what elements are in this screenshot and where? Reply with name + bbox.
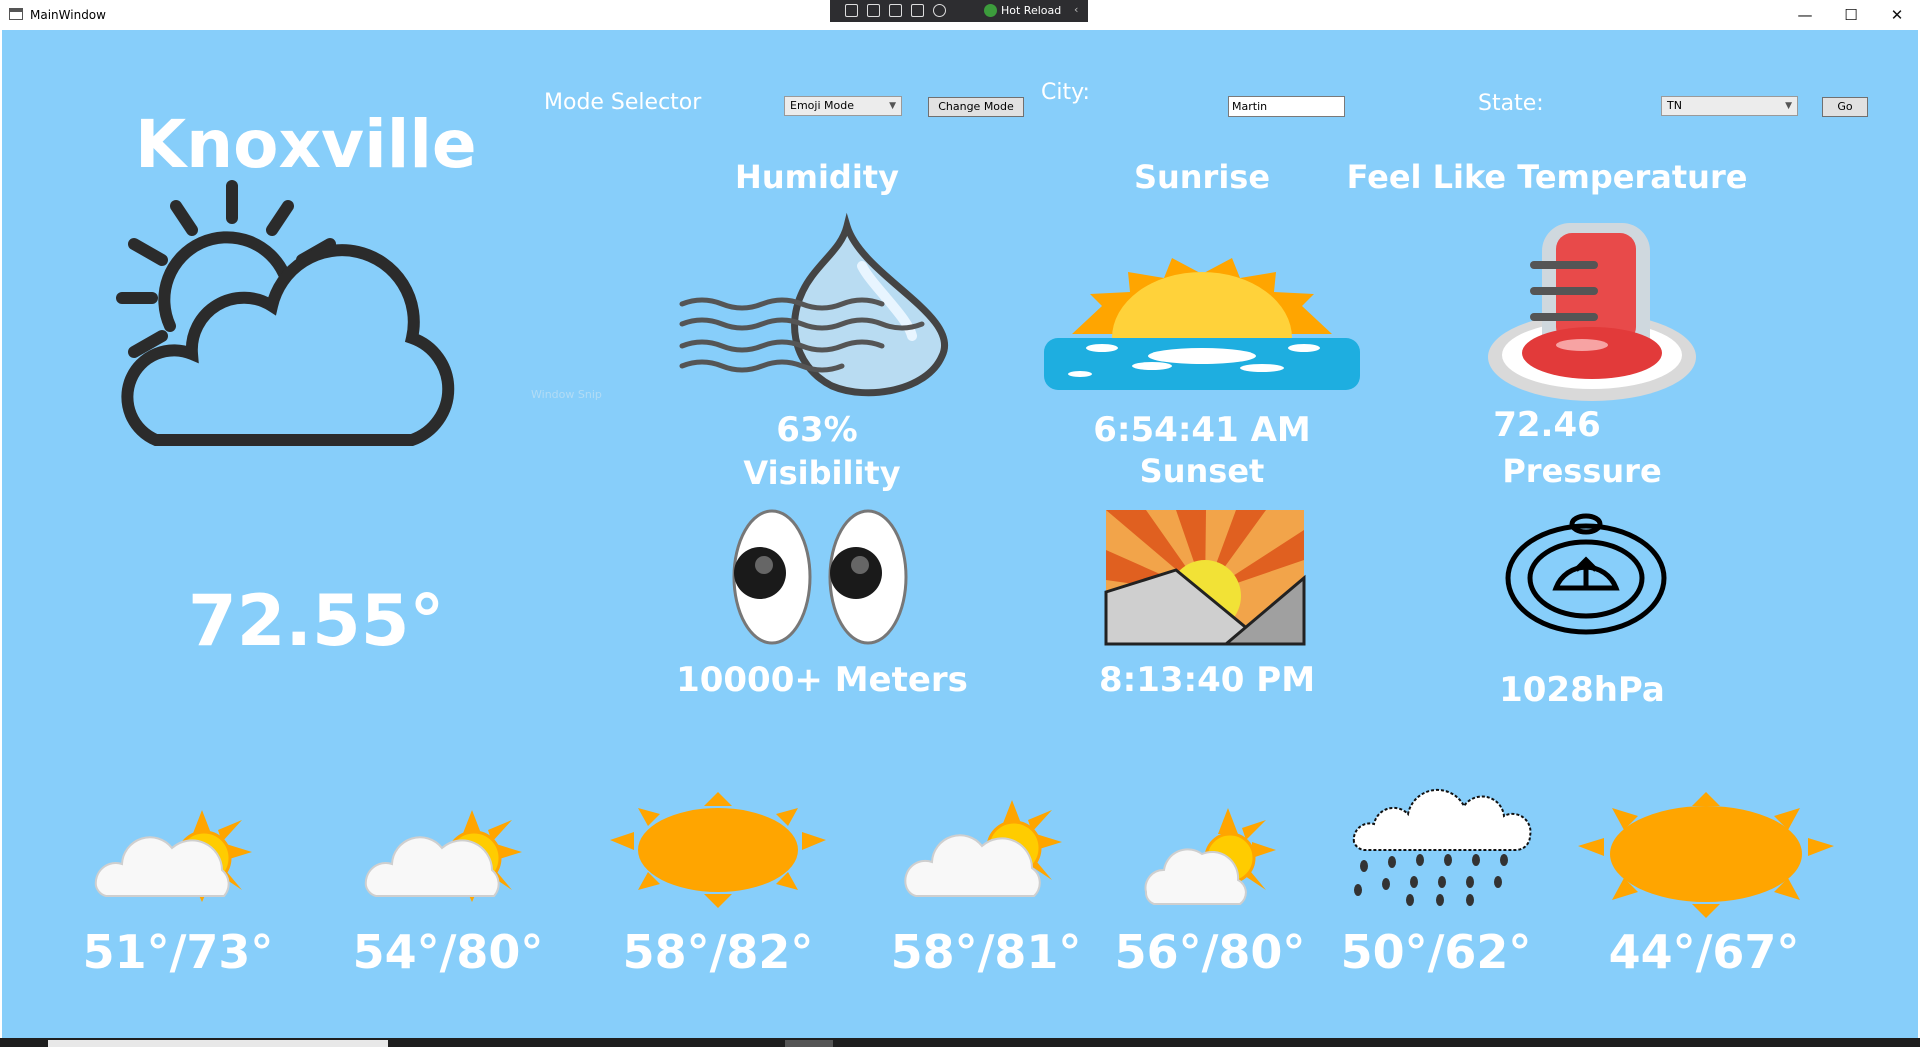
hot-reload-check-icon: [984, 4, 997, 17]
sunrise-label: Sunrise: [1133, 158, 1271, 196]
sun-behind-cloud-icon: [94, 810, 252, 902]
rain-cloud-icon: [1352, 788, 1532, 906]
forecast-temp-day-1: 51°/73°: [82, 925, 274, 979]
eyes-icon: [732, 509, 908, 645]
sunset-label: Sunset: [1139, 452, 1265, 490]
display-layout-adorners-icon[interactable]: [889, 4, 902, 17]
close-button[interactable]: ✕: [1874, 0, 1920, 30]
maximize-button[interactable]: ☐: [1828, 0, 1874, 30]
taskbar-item[interactable]: [48, 1040, 388, 1047]
collapse-toolbar-icon[interactable]: ‹: [1074, 3, 1078, 16]
chevron-down-icon: ▼: [1785, 101, 1792, 111]
forecast-temp-day-5: 56°/80°: [1114, 925, 1306, 979]
xaml-debug-toolbar: Hot Reload ‹: [830, 0, 1088, 22]
hot-reload-label[interactable]: Hot Reload: [1001, 4, 1061, 17]
state-dropdown[interactable]: TN ▼: [1661, 96, 1798, 116]
chevron-down-icon: ▼: [889, 101, 896, 111]
change-mode-button[interactable]: Change Mode: [928, 97, 1024, 117]
go-button[interactable]: Go: [1822, 97, 1868, 117]
app-icon: [9, 8, 23, 20]
binding-failures-icon[interactable]: [933, 4, 946, 17]
sun-icon: [1578, 792, 1834, 918]
sun-behind-cloud-icon: [1144, 808, 1276, 905]
mode-dropdown-value: Emoji Mode: [790, 99, 854, 112]
forecast-temp-day-2: 54°/80°: [352, 925, 544, 979]
forecast-temp-day-3: 58°/82°: [622, 925, 814, 979]
forecast-temp-day-4: 58°/81°: [890, 925, 1082, 979]
city-label: City:: [1041, 80, 1090, 105]
feels-like-label: Feel Like Temperature: [1346, 158, 1748, 196]
sunrise-icon: [1044, 258, 1360, 390]
forecast-temp-day-6: 50°/62°: [1340, 925, 1532, 979]
pressure-label: Pressure: [1502, 452, 1662, 490]
forecast-temp-day-7: 44°/67°: [1608, 925, 1800, 979]
humidity-label: Humidity: [735, 158, 899, 196]
thermometer-icon: [1488, 223, 1696, 401]
humidity-value: 63%: [776, 410, 858, 450]
humidity-droplet-icon: [679, 212, 948, 397]
city-input[interactable]: Martin: [1228, 96, 1345, 117]
current-temperature: 72.55°: [188, 580, 445, 662]
sunrise-value: 6:54:41 AM: [1093, 410, 1311, 450]
taskbar-strip: [0, 1038, 1920, 1047]
go-to-live-visual-tree-icon[interactable]: [845, 4, 858, 17]
sun-icon: [610, 792, 826, 908]
track-focus-icon[interactable]: [911, 4, 924, 17]
pressure-value: 1028hPa: [1499, 670, 1665, 710]
sun-behind-cloud-icon: [904, 800, 1062, 897]
minimize-button[interactable]: —: [1782, 0, 1828, 30]
sunset-icon: [1104, 510, 1306, 646]
sun-behind-cloud-icon: [364, 810, 522, 902]
visibility-label: Visibility: [743, 454, 901, 492]
weather-app-content: Knoxville Mode Selector Emoji Mode ▼ Cha…: [2, 30, 1918, 1038]
feels-like-value: 72.46: [1493, 405, 1601, 445]
mode-selector-label: Mode Selector: [544, 90, 702, 115]
state-label: State:: [1478, 91, 1544, 116]
pressure-gauge-icon: [1505, 513, 1667, 635]
taskbar-item[interactable]: [785, 1040, 833, 1047]
mode-dropdown[interactable]: Emoji Mode ▼: [784, 96, 902, 116]
visibility-value: 10000+ Meters: [676, 660, 968, 700]
window-snip-overlay: Window Snip: [531, 388, 602, 401]
state-dropdown-value: TN: [1667, 99, 1682, 112]
partly-cloudy-icon: [116, 180, 455, 446]
city-name: Knoxville: [135, 106, 477, 183]
sunset-value: 8:13:40 PM: [1098, 660, 1316, 700]
window-title: MainWindow: [30, 8, 106, 22]
select-element-icon[interactable]: [867, 4, 880, 17]
